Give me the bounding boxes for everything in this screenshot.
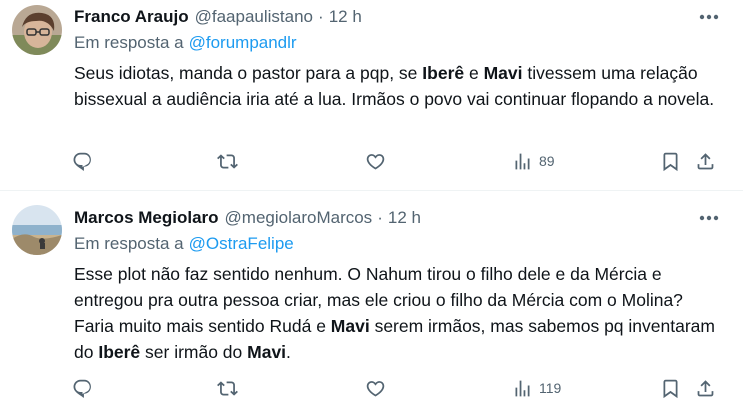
text-segment: . [286, 342, 291, 362]
share-icon [697, 379, 714, 396]
avatar[interactable] [12, 205, 62, 255]
separator-dot: · [377, 208, 383, 227]
views-count: 89 [539, 153, 555, 169]
reply-icon [73, 379, 91, 398]
avatar[interactable] [12, 5, 62, 55]
text-segment: ser irmão do [140, 342, 248, 362]
bookmark-button[interactable] [660, 149, 681, 173]
heart-icon [366, 380, 385, 397]
tweet-text: Seus idiotas, manda o pastor para a pqp,… [74, 60, 724, 112]
share-icon [697, 152, 714, 169]
tweet-header: Franco Araujo @faapaulistano · 12 h [74, 6, 362, 28]
more-options-button[interactable] [697, 207, 721, 229]
action-bar: 89 [72, 149, 722, 173]
reply-context: Em resposta a @OstraFelipe [74, 234, 294, 254]
author-handle[interactable]: @megiolaroMarcos [225, 208, 373, 228]
separator-dot: · [318, 7, 324, 26]
reply-icon [73, 152, 91, 171]
hashtag-like-bold: Iberê [422, 63, 465, 83]
reply-context: Em resposta a @forumpandlr [74, 33, 297, 53]
views-button[interactable]: 89 [512, 149, 555, 173]
reply-to-link[interactable]: @forumpandlr [189, 33, 297, 52]
reply-prefix: Em resposta a [74, 33, 184, 52]
bookmark-icon [663, 152, 678, 171]
views-button[interactable]: 119 [512, 376, 561, 400]
retweet-button[interactable] [217, 149, 238, 173]
more-horizontal-icon [699, 215, 719, 221]
reply-button[interactable] [72, 149, 93, 173]
retweet-icon [217, 153, 238, 169]
views-count: 119 [539, 380, 562, 396]
reply-button[interactable] [72, 376, 93, 400]
hashtag-like-bold: Mavi [247, 342, 287, 362]
hashtag-like-bold: Iberê [98, 342, 141, 362]
like-button[interactable] [365, 376, 386, 400]
heart-icon [366, 153, 385, 170]
tweet[interactable]: Franco Araujo @faapaulistano · 12 h Em r… [0, 0, 743, 191]
more-horizontal-icon [699, 14, 719, 20]
views-chart-icon [515, 153, 530, 169]
retweet-button[interactable] [217, 376, 238, 400]
text-segment: Seus idiotas, manda o pastor para a pqp,… [74, 63, 423, 83]
action-bar: 119 [72, 376, 722, 400]
reply-prefix: Em resposta a [74, 234, 184, 253]
hashtag-like-bold: Mavi [330, 316, 370, 336]
timestamp[interactable]: 12 h [388, 208, 421, 228]
more-options-button[interactable] [697, 6, 721, 28]
bookmark-button[interactable] [660, 376, 681, 400]
author-name[interactable]: Marcos Megiolaro [74, 208, 219, 228]
tweet[interactable]: Marcos Megiolaro @megiolaroMarcos · 12 h… [0, 191, 743, 417]
hashtag-like-bold: Mavi [483, 63, 523, 83]
retweet-icon [217, 380, 238, 396]
share-button[interactable] [695, 149, 716, 173]
tweet-header: Marcos Megiolaro @megiolaroMarcos · 12 h [74, 207, 421, 229]
text-segment: e [464, 63, 484, 83]
author-handle[interactable]: @faapaulistano [195, 7, 313, 27]
timestamp[interactable]: 12 h [329, 7, 362, 27]
bookmark-icon [663, 379, 678, 398]
tweet-text: Esse plot não faz sentido nenhum. O Nahu… [74, 261, 724, 365]
author-name[interactable]: Franco Araujo [74, 7, 189, 27]
like-button[interactable] [365, 149, 386, 173]
share-button[interactable] [695, 376, 716, 400]
views-chart-icon [515, 380, 530, 396]
reply-to-link[interactable]: @OstraFelipe [189, 234, 294, 253]
